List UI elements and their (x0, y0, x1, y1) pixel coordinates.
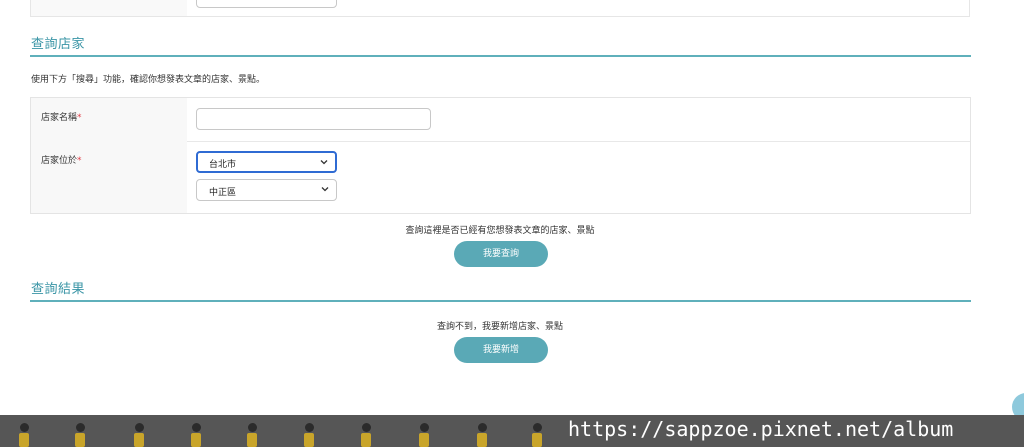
required-mark: * (77, 113, 82, 123)
result-section-rule (30, 300, 971, 302)
decorative-figure (531, 423, 543, 447)
store-name-label-text: 店家名稱 (41, 113, 78, 123)
decorative-figure (74, 423, 86, 447)
search-section-rule (30, 55, 971, 57)
watermark: https://sappzoe.pixnet.net/album (568, 417, 954, 441)
result-section-title: 查詢結果 (31, 282, 86, 297)
search-button[interactable]: 我要查詢 (454, 241, 548, 267)
city-select[interactable]: 台北市 (196, 151, 337, 173)
decorative-figure (190, 423, 202, 447)
decorative-figure (303, 423, 315, 447)
previous-form-row (30, 0, 970, 17)
chevron-down-icon (321, 187, 329, 192)
decorative-figure (360, 423, 372, 447)
store-name-input[interactable] (196, 108, 431, 130)
result-note: 查詢不到，我要新增店家、景點 (436, 322, 563, 332)
search-section-title: 查詢店家 (31, 37, 86, 52)
store-name-label: 店家名稱* (31, 98, 187, 141)
city-select-value: 台北市 (209, 160, 237, 170)
decorative-figure (476, 423, 488, 447)
search-note: 查詢這裡是否已經有您想發表文章的店家、景點 (405, 226, 595, 236)
previous-select-stub[interactable] (196, 0, 337, 8)
store-name-row: 店家名稱* (31, 98, 970, 142)
store-search-form: 店家名稱* 店家位於* 台北市 中正區 (30, 97, 971, 214)
store-location-row: 店家位於* 台北市 中正區 (31, 141, 970, 213)
add-store-button[interactable]: 我要新增 (454, 337, 548, 363)
district-select-value: 中正區 (209, 188, 237, 198)
decorative-figure (246, 423, 258, 447)
store-location-label: 店家位於* (31, 141, 187, 213)
required-mark: * (77, 156, 82, 166)
decorative-figure (18, 423, 30, 447)
decorative-figure (133, 423, 145, 447)
district-select[interactable]: 中正區 (196, 179, 337, 201)
store-location-label-text: 店家位於 (41, 156, 78, 166)
decorative-figure (418, 423, 430, 447)
search-description: 使用下方「搜尋」功能，確認你想發表文章的店家、景點。 (31, 75, 266, 85)
chevron-down-icon (320, 160, 328, 165)
